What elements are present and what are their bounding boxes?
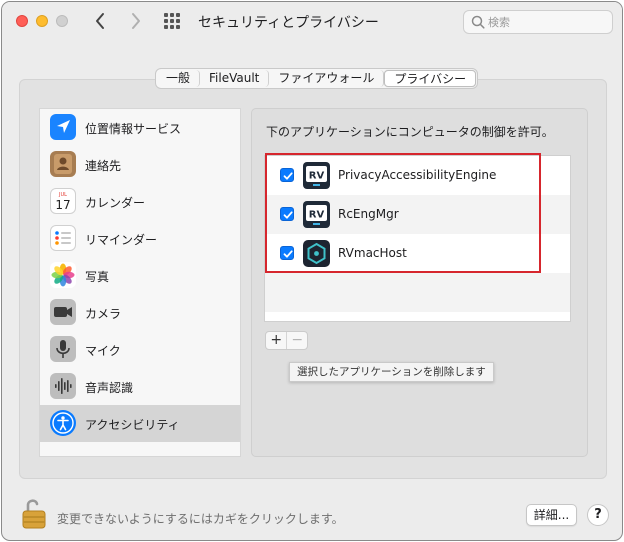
camera-icon <box>50 299 76 325</box>
rv-icon: RV <box>302 161 331 190</box>
chevron-left-icon <box>96 13 104 29</box>
sidebar-item-label: リマインダー <box>85 233 158 247</box>
list-item[interactable]: RV PrivacyAccessibilityEngine <box>265 156 570 195</box>
app-name: RVmacHost <box>338 246 407 260</box>
app-name: RcEngMgr <box>338 207 399 221</box>
remove-app-button[interactable]: − <box>286 332 307 349</box>
rvmachost-icon <box>302 239 331 268</box>
checkmark-icon <box>283 211 293 219</box>
speech-recognition-icon <box>50 373 76 399</box>
photos-icon <box>50 262 76 288</box>
sidebar-item-reminders[interactable]: リマインダー <box>40 220 240 257</box>
reminders-icon <box>50 225 76 251</box>
sidebar-item-speech-recognition[interactable]: 音声認識 <box>40 368 240 405</box>
sidebar-item-calendar[interactable]: JUL 17 カレンダー <box>40 183 240 220</box>
list-item[interactable]: RVmacHost <box>265 234 570 273</box>
sidebar-item-location-services[interactable]: 位置情報サービス <box>40 109 240 146</box>
microphone-icon <box>50 336 76 362</box>
minimize-button[interactable] <box>36 15 48 27</box>
preferences-window: セキュリティとプライバシー 一般 FileVault ファイアウォール プライバ… <box>1 1 623 541</box>
sidebar-item-contacts[interactable]: 連絡先 <box>40 146 240 183</box>
sidebar-item-microphone[interactable]: マイク <box>40 331 240 368</box>
add-app-button[interactable]: + <box>266 332 286 349</box>
sidebar-item-photos[interactable]: 写真 <box>40 257 240 294</box>
sidebar-item-label: カレンダー <box>85 196 146 210</box>
tab-firewall[interactable]: ファイアウォール <box>269 70 385 87</box>
sidebar-item-camera[interactable]: カメラ <box>40 294 240 331</box>
privacy-category-list: 位置情報サービス 連絡先 JUL 17 カレンダー リマインダー 写真 カメラ … <box>39 108 241 457</box>
rv-icon: RV <box>302 200 331 229</box>
sidebar-item-label: マイク <box>85 344 121 358</box>
zoom-button[interactable] <box>56 15 68 27</box>
app-name: PrivacyAccessibilityEngine <box>338 168 497 182</box>
list-item[interactable]: RV RcEngMgr <box>265 195 570 234</box>
back-button[interactable] <box>90 10 112 32</box>
checkmark-icon <box>283 172 293 180</box>
window-title: セキュリティとプライバシー <box>198 15 379 31</box>
forward-button[interactable] <box>124 10 146 32</box>
search-icon <box>471 15 485 29</box>
lock-open-icon <box>22 499 46 529</box>
permission-description: 下のアプリケーションにコンピュータの制御を許可。 <box>266 125 554 139</box>
grid-icon <box>164 13 180 29</box>
tab-general[interactable]: 一般 <box>157 70 201 87</box>
sidebar-item-label: 写真 <box>85 270 110 284</box>
tab-filevault[interactable]: FileVault <box>200 70 270 87</box>
app-checkbox[interactable] <box>280 168 294 182</box>
add-remove-control: + − <box>265 331 308 350</box>
help-button[interactable]: ? <box>587 504 609 526</box>
sidebar-item-label: 位置情報サービス <box>85 122 182 136</box>
remove-tooltip: 選択したアプリケーションを削除します <box>289 362 494 382</box>
rv-icon-label: RV <box>309 210 325 221</box>
chevron-right-icon <box>132 13 140 29</box>
sidebar-item-label: 連絡先 <box>85 159 122 173</box>
sidebar-item-accessibility[interactable]: アクセシビリティ <box>40 405 240 442</box>
list-item-empty <box>265 273 570 312</box>
sidebar-item-label: アクセシビリティ <box>85 418 180 432</box>
tab-privacy[interactable]: プライバシー <box>384 70 477 87</box>
accessibility-icon <box>50 410 76 436</box>
calendar-day: 17 <box>55 198 70 212</box>
sidebar-item-label: カメラ <box>85 307 122 321</box>
rv-icon-label: RV <box>309 171 325 182</box>
app-permission-list: RV PrivacyAccessibilityEngine RV RcEngMg… <box>264 155 571 322</box>
app-checkbox[interactable] <box>280 207 294 221</box>
search-box[interactable] <box>463 10 613 34</box>
sidebar-item-label: 音声認識 <box>85 381 134 395</box>
tab-bar: 一般 FileVault ファイアウォール プライバシー <box>155 68 479 89</box>
app-checkbox[interactable] <box>280 246 294 260</box>
show-all-button[interactable] <box>162 11 182 31</box>
details-button[interactable]: 詳細... <box>526 504 577 526</box>
lock-instruction: 変更できないようにするにはカギをクリックします。 <box>57 512 344 526</box>
close-button[interactable] <box>16 15 28 27</box>
search-input[interactable] <box>488 13 606 31</box>
toolbar: セキュリティとプライバシー <box>2 2 622 42</box>
checkmark-icon <box>283 250 293 258</box>
location-arrow-icon <box>50 114 76 140</box>
lock-button[interactable] <box>20 496 48 530</box>
calendar-icon: JUL 17 <box>50 188 76 214</box>
contacts-icon <box>50 151 76 177</box>
